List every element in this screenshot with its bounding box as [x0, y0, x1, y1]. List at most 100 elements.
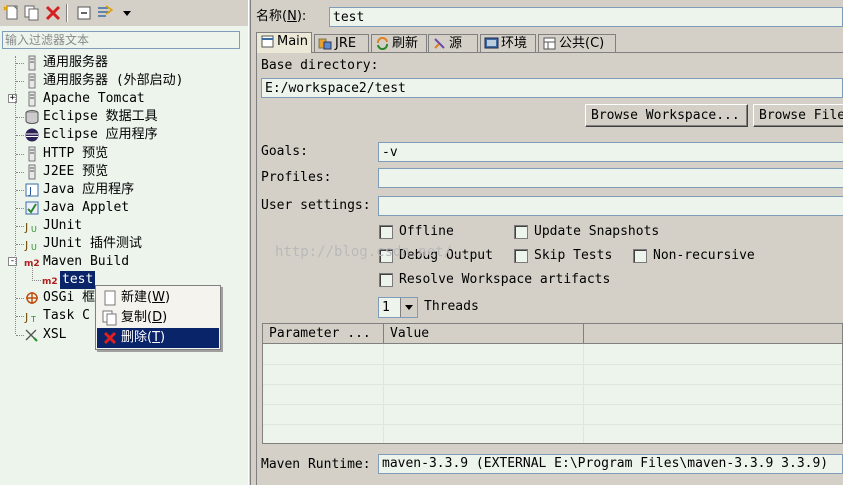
menu-item-delete[interactable]: 删除(T) [97, 328, 219, 348]
tree-item-label: Java Applet [43, 199, 130, 215]
offline-checkbox[interactable] [379, 225, 393, 239]
tab-environment[interactable]: 环境 [480, 34, 536, 52]
tree-item[interactable]: J U JUnit [0, 217, 248, 235]
tree-item[interactable]: Java Applet [0, 199, 248, 217]
tab-label: 源 [449, 36, 463, 51]
task-icon: JT [24, 308, 40, 324]
threads-label: Threads [424, 299, 479, 314]
tree-item-label: 通用服务器 [43, 55, 109, 70]
duplicate-icon[interactable] [23, 4, 41, 22]
tab-common[interactable]: 公共(C) [538, 34, 616, 52]
resolve-workspace-checkbox[interactable] [379, 273, 393, 287]
tree-item[interactable]: J U JUnit 插件测试 [0, 235, 248, 253]
environment-icon [484, 36, 499, 51]
copy-icon [102, 310, 117, 326]
server-icon [24, 91, 40, 107]
skip-tests-label: Skip Tests [534, 248, 613, 263]
tree-item-label: Task C [43, 308, 90, 324]
update-snapshots-label: Update Snapshots [534, 224, 660, 239]
xsl-icon [24, 327, 40, 343]
new-config-icon[interactable] [3, 4, 21, 22]
tree-item[interactable]: 通用服务器 (外部启动) [0, 72, 248, 90]
tab-source[interactable]: 源 [428, 34, 478, 52]
svg-text:J: J [24, 221, 28, 234]
update-snapshots-checkbox[interactable] [514, 225, 528, 239]
tree-item[interactable]: Eclipse 数据工具 [0, 108, 248, 126]
eclipse-icon [24, 127, 40, 143]
goals-label: Goals: [261, 144, 308, 159]
chevron-down-icon[interactable] [118, 4, 136, 22]
non-recursive-checkbox[interactable] [633, 249, 647, 263]
maven-runtime-select[interactable]: maven-3.3.9 (EXTERNAL E:\Program Files\m… [378, 454, 843, 474]
tree-item-label: 通用服务器 (外部启动) [43, 73, 184, 89]
svg-text:J: J [28, 186, 32, 197]
browse-workspace-button[interactable]: Browse Workspace... [585, 104, 748, 127]
tab-label: Main [277, 34, 309, 49]
maven-icon: m2 [42, 272, 58, 288]
toolbar-separator [66, 4, 68, 22]
server-icon [24, 55, 40, 71]
database-icon [24, 109, 40, 125]
chevron-down-icon[interactable] [400, 298, 417, 317]
name-label: 名称(N): [256, 9, 307, 24]
menu-item-new-mnemonic: W [152, 290, 165, 305]
threads-select[interactable]: 1 [378, 297, 418, 318]
tree-item[interactable]: HTTP 预览 [0, 145, 248, 163]
base-directory-input[interactable] [261, 78, 843, 98]
server-icon [24, 164, 40, 180]
junit-icon: JU [24, 236, 40, 252]
tab-refresh[interactable]: 刷新 [371, 34, 427, 52]
tab-main[interactable]: Main [256, 32, 312, 53]
filter-input[interactable] [2, 31, 240, 49]
resolve-workspace-label: Resolve Workspace artifacts [399, 272, 611, 287]
main-icon [260, 34, 275, 49]
svg-text:T: T [30, 315, 36, 324]
delete-icon[interactable] [44, 4, 62, 22]
filter-icon[interactable] [96, 4, 114, 22]
skip-tests-checkbox[interactable] [514, 249, 528, 263]
tree-item-label: Java 应用程序 [43, 181, 135, 197]
tab-label: JRE [335, 36, 357, 51]
tree-item[interactable]: - m2 Maven Build [0, 253, 248, 271]
parameters-table[interactable]: Parameter ... Value [262, 323, 843, 444]
tree-item[interactable]: Eclipse 应用程序 [0, 126, 248, 144]
tab-label: 刷新 [392, 36, 419, 51]
delete-x-icon [103, 331, 117, 345]
tab-jre[interactable]: JRE [314, 34, 369, 52]
tree-item[interactable]: 通用服务器 [0, 54, 248, 72]
refresh-icon [375, 36, 390, 51]
offline-label: Offline [399, 224, 454, 239]
osgi-icon [24, 290, 40, 306]
maven-runtime-label: Maven Runtime: [261, 457, 371, 472]
tree-item-label: J2EE 预览 [43, 163, 109, 179]
table-header-parameter[interactable]: Parameter ... [263, 324, 384, 344]
debug-output-label: Debug Output [399, 248, 493, 263]
debug-output-checkbox[interactable] [379, 249, 393, 263]
collapse-all-icon[interactable] [75, 4, 93, 22]
tree-item[interactable]: + Apache Tomcat [0, 90, 248, 108]
browse-file-button[interactable]: Browse File [753, 104, 843, 127]
table-header-value[interactable]: Value [384, 324, 584, 344]
java-app-icon: J [24, 182, 40, 198]
svg-text:J: J [24, 311, 28, 324]
threads-value: 1 [382, 300, 390, 315]
junit-icon: JU [24, 218, 40, 234]
menu-item-new-label: 新建 [121, 290, 148, 305]
server-icon [24, 73, 40, 89]
tree-toolbar [0, 0, 248, 26]
menu-item-new[interactable]: 新建(W) [97, 288, 219, 308]
goals-input[interactable] [378, 142, 843, 162]
menu-item-copy[interactable]: 复制(D) [97, 308, 219, 328]
common-icon [542, 36, 557, 51]
name-input[interactable] [329, 7, 843, 27]
tree-item[interactable]: J Java 应用程序 [0, 181, 248, 199]
profiles-input[interactable] [378, 168, 843, 188]
tree-item-label: HTTP 预览 [43, 145, 109, 161]
tree-item-label: OSGi 框 [43, 290, 96, 306]
svg-text:U: U [31, 225, 37, 234]
user-settings-input[interactable] [378, 196, 843, 216]
menu-item-delete-label: 删除 [121, 330, 148, 345]
tree-item[interactable]: J2EE 预览 [0, 163, 248, 181]
new-doc-icon [104, 290, 116, 306]
server-icon [24, 146, 40, 162]
